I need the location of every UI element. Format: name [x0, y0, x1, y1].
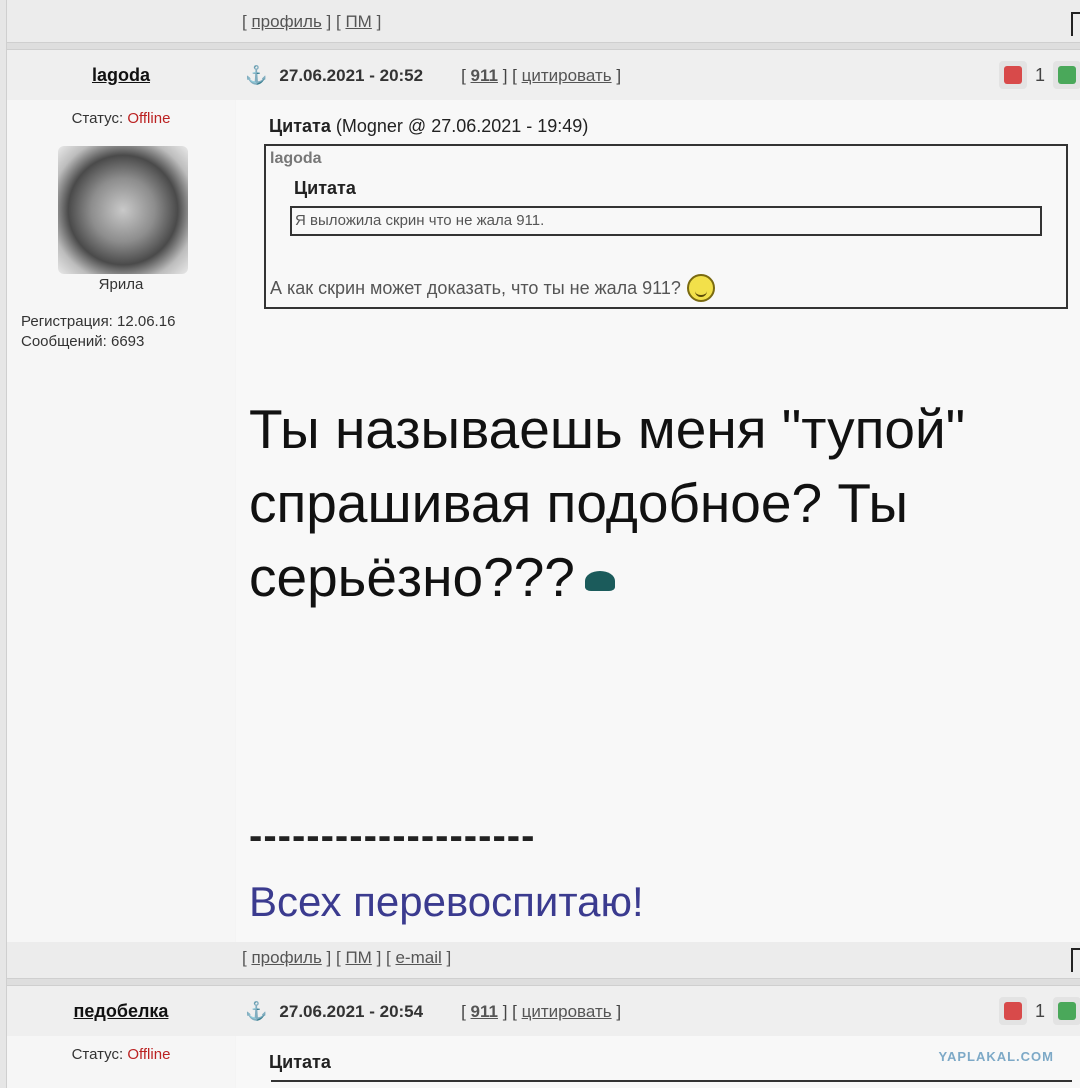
quote-header: Цитата (Mogner @ 27.06.2021 - 19:49): [269, 116, 589, 136]
username-link[interactable]: lagoda: [7, 65, 235, 86]
post-number-link[interactable]: 911: [471, 66, 498, 86]
forum-frame: [ профиль ] [ ПМ ] lagoda ⚓ 27.06.2021 -…: [6, 0, 1080, 1088]
user-status: Статус: Offline: [71, 110, 171, 127]
quote-reply: А как скрин может доказать, что ты не жа…: [270, 274, 715, 302]
anchor-icon[interactable]: ⚓: [245, 65, 267, 86]
turtle-icon: [584, 571, 615, 592]
profile-link[interactable]: профиль: [251, 948, 321, 967]
watermark: YAPLAKAL.COM: [938, 1049, 1054, 1064]
edge-icon[interactable]: [1071, 12, 1080, 36]
user-panel: Статус: Offline Ярила Регистрация: 12.06…: [7, 100, 235, 942]
user-status: Статус: Offline: [71, 1046, 171, 1063]
inner-quote-text: Я выложила скрин что не жала 911.: [290, 206, 1042, 236]
thumbs-up-icon[interactable]: [1053, 61, 1080, 89]
vote-controls: 1: [998, 997, 1080, 1025]
message-count: Сообщений: 6693: [21, 333, 145, 350]
avatar[interactable]: [58, 146, 188, 274]
quote-link[interactable]: цитировать: [522, 1002, 612, 1022]
signature: Всех перевоспитаю!: [249, 878, 644, 925]
signature-divider: --------------------: [249, 814, 536, 858]
edge-icon[interactable]: [1071, 948, 1080, 972]
smile-icon: [686, 274, 715, 302]
thumbs-down-icon[interactable]: [998, 997, 1027, 1025]
profile-link[interactable]: профиль: [251, 12, 321, 31]
post-meta: ⚓ 27.06.2021 - 20:52 [ 911 ] [ цитироват…: [245, 65, 622, 86]
quote-author: lagoda: [270, 150, 322, 167]
post-date: 27.06.2021 - 20:54: [279, 1001, 424, 1021]
top-profile-bar: [ профиль ] [ ПМ ]: [7, 0, 1080, 42]
post-date: 27.06.2021 - 20:52: [279, 65, 424, 85]
thumbs-up-icon[interactable]: [1053, 997, 1080, 1025]
status-value: Offline: [127, 1046, 171, 1063]
post-separator: [7, 978, 1080, 986]
quote-box: lagoda Цитата Я выложила скрин что не жа…: [264, 144, 1068, 309]
status-value: Offline: [127, 110, 171, 127]
rating-count: 1: [1034, 1000, 1045, 1021]
quote-header: Цитата: [269, 1052, 331, 1072]
post-message: Ты называешь меня "тупой" спрашивая подо…: [249, 398, 966, 608]
quote-box: [271, 1080, 1072, 1088]
quote-source: (Mogner @ 27.06.2021 - 19:49): [335, 116, 589, 136]
post-number-link[interactable]: 911: [471, 1002, 498, 1022]
thumbs-down-icon[interactable]: [998, 61, 1027, 89]
vote-controls: 1: [998, 61, 1080, 89]
post-meta: ⚓ 27.06.2021 - 20:54 [ 911 ] [ цитироват…: [245, 1001, 622, 1022]
anchor-icon[interactable]: ⚓: [245, 1001, 267, 1022]
post-separator: [7, 42, 1080, 50]
pm-link[interactable]: ПМ: [345, 948, 371, 967]
quote-link[interactable]: цитировать: [522, 66, 612, 86]
email-link[interactable]: e-mail: [395, 948, 441, 967]
bottom-profile-bar: [ профиль ] [ ПМ ] [ e-mail ]: [7, 942, 1080, 978]
user-rank: Ярила: [98, 276, 144, 293]
inner-quote-label: Цитата: [294, 178, 356, 198]
user-panel: Статус: Offline: [7, 1036, 235, 1088]
top-links: [ профиль ] [ ПМ ]: [242, 12, 382, 31]
registration-date: Регистрация: 12.06.16: [21, 313, 176, 330]
user-stats: Регистрация: 12.06.16 Сообщений: 6693: [21, 312, 175, 352]
username-link[interactable]: педобелка: [7, 1001, 235, 1022]
post-header: lagoda ⚓ 27.06.2021 - 20:52 [ 911 ] [ ци…: [7, 50, 1080, 100]
post-header: педобелка ⚓ 27.06.2021 - 20:54 [ 911 ] […: [7, 986, 1080, 1036]
rating-count: 1: [1034, 64, 1045, 85]
pm-link[interactable]: ПМ: [345, 12, 371, 31]
bottom-links: [ профиль ] [ ПМ ] [ e-mail ]: [242, 948, 452, 967]
